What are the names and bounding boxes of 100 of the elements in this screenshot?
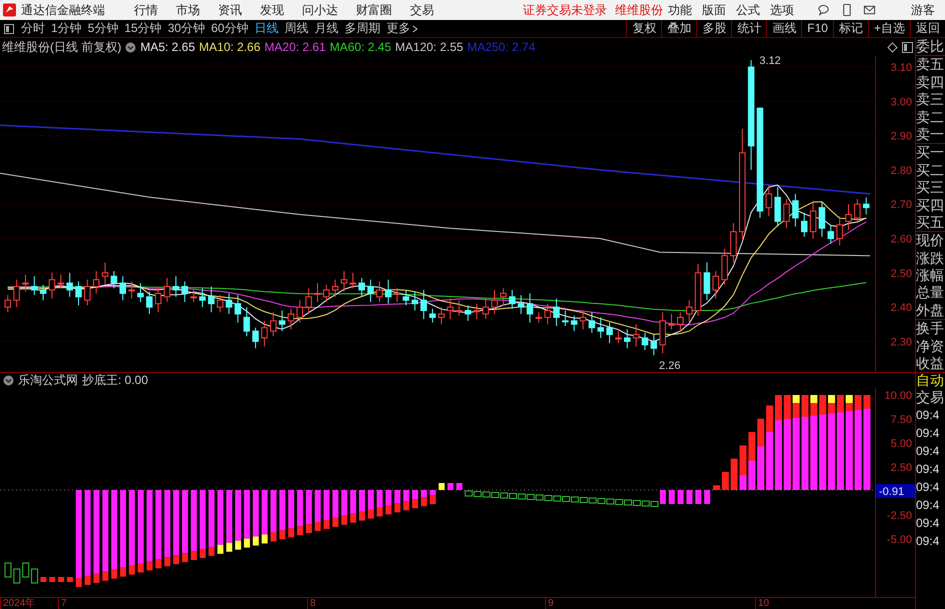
quote-field-label: 卖一: [916, 126, 945, 144]
menu-item[interactable]: 资讯: [218, 2, 242, 18]
price-axis-label: 3.10: [890, 62, 912, 74]
toolbar-button[interactable]: 统计: [731, 20, 766, 37]
panel-toggle-icon[interactable]: [4, 24, 14, 34]
period-tab[interactable]: 1分钟: [51, 20, 82, 37]
date-axis-label: 9: [545, 598, 554, 609]
indicator-axis-label: 10.00: [884, 390, 912, 402]
trades-label: 交易: [916, 389, 945, 406]
quote-field-label: 总量: [916, 284, 945, 302]
candlestick: [828, 224, 834, 244]
quote-field-label: 涨幅: [916, 267, 945, 284]
candlestick: [632, 324, 640, 348]
candlestick: [243, 306, 250, 337]
candlestick: [376, 280, 383, 302]
menu-item[interactable]: 行情: [134, 2, 158, 18]
toolbar-button[interactable]: 画线: [766, 20, 802, 37]
quote-field-label: 换手: [916, 320, 945, 338]
low-price-label: 2.26: [659, 360, 680, 372]
candlestick: [182, 280, 188, 302]
date-axis-label: 8: [307, 598, 316, 609]
trade-time: 09:4: [916, 461, 940, 478]
candlestick: [854, 198, 861, 224]
chat-icon[interactable]: [817, 3, 830, 17]
quote-field-label: 外盘: [916, 302, 945, 320]
candlestick: [677, 312, 684, 332]
menu-item[interactable]: 问小达: [302, 2, 338, 18]
toolbar-menu-item[interactable]: 选项: [770, 2, 794, 18]
panel-toggle-icon[interactable]: [902, 42, 913, 52]
quote-field-label: 收益: [916, 355, 945, 372]
candlestick: [420, 289, 427, 320]
candlestick: [261, 320, 268, 348]
quote-field-label: 买三: [916, 179, 945, 197]
candlestick: [110, 270, 118, 289]
period-tab[interactable]: 多周期: [344, 20, 380, 37]
candlestick: [208, 286, 215, 313]
trade-time: 09:4: [916, 515, 940, 532]
moving-average-label: MA250: 2.74: [467, 40, 536, 54]
toolbar-button[interactable]: 多股: [696, 20, 732, 37]
indicator-axis-label: 5.00: [890, 438, 912, 450]
period-tab[interactable]: 周线: [284, 20, 308, 37]
app-logo-icon: [3, 3, 16, 17]
candlestick: [491, 289, 498, 314]
toolbar-button[interactable]: 叠加: [661, 20, 696, 37]
toolbar-menu-item[interactable]: 功能: [668, 2, 692, 18]
date-axis-label: 2024年: [0, 598, 36, 609]
toolbar-menu-item[interactable]: 版面: [702, 2, 726, 18]
quote-field-label: 涨跌: [916, 250, 945, 268]
price-axis-label: 2.40: [890, 302, 912, 314]
auto-mode-label[interactable]: 自动: [916, 372, 945, 389]
menu-item[interactable]: 交易: [410, 2, 434, 18]
candlestick: [278, 310, 286, 332]
candlestick: [650, 334, 658, 356]
candlestick: [456, 300, 462, 316]
period-tab[interactable]: 60分钟: [211, 20, 248, 37]
candlestick: [544, 303, 551, 325]
menu-item[interactable]: 财富圈: [356, 2, 392, 18]
menu-item[interactable]: 市场: [176, 2, 200, 18]
candlestick: [810, 200, 816, 239]
candlestick: [120, 276, 126, 301]
price-axis-label: 3.00: [890, 96, 912, 108]
period-tab[interactable]: 5分钟: [88, 20, 118, 37]
period-tab[interactable]: 更多: [386, 20, 418, 37]
stock-link[interactable]: 维维股份: [615, 2, 663, 18]
period-tab[interactable]: 日线: [254, 20, 278, 37]
toolbar-menu-item[interactable]: 公式: [736, 2, 760, 18]
toolbar-button[interactable]: 复权: [626, 20, 662, 37]
dropdown-circle-icon[interactable]: [125, 42, 136, 52]
price-axis-label: 2.90: [890, 130, 912, 143]
candlestick: [624, 328, 630, 349]
candlestick: [615, 330, 622, 344]
quote-field-label: 买一: [916, 144, 945, 162]
period-tab[interactable]: 30分钟: [168, 20, 206, 37]
candlestick: [314, 282, 321, 302]
period-tab[interactable]: 分时: [21, 20, 45, 37]
indicator-axis-label: 7.50: [890, 414, 912, 426]
diamond-icon[interactable]: [887, 42, 898, 52]
quote-field-label: 卖三: [916, 91, 945, 109]
date-axis-label: 10: [755, 598, 770, 609]
dropdown-circle-icon[interactable]: [3, 375, 14, 386]
trade-time: 09:4: [916, 407, 940, 424]
candlestick: [93, 270, 100, 294]
mail-icon[interactable]: [863, 3, 876, 17]
period-tab[interactable]: 15分钟: [124, 20, 162, 37]
chart-title: 维维股份(日线 前复权): [2, 38, 122, 56]
toolbar-button[interactable]: 标记: [832, 20, 868, 37]
user-label[interactable]: 游客: [911, 2, 935, 18]
toolbar-button[interactable]: +自选: [868, 20, 910, 37]
candlestick: [172, 276, 180, 298]
toolbar-button[interactable]: F10: [801, 20, 833, 37]
candlestick: [447, 298, 454, 320]
login-notice[interactable]: 证券交易未登录: [523, 2, 607, 18]
candlestick: [553, 298, 560, 326]
toolbar-button[interactable]: 返回: [910, 20, 945, 37]
candlestick: [58, 274, 64, 289]
candlestick: [66, 272, 73, 298]
menu-item[interactable]: 发现: [260, 2, 284, 18]
period-tab[interactable]: 月线: [314, 20, 338, 37]
candlestick: [686, 300, 692, 324]
indicator-value: 抄底王: 0.00: [82, 372, 148, 389]
